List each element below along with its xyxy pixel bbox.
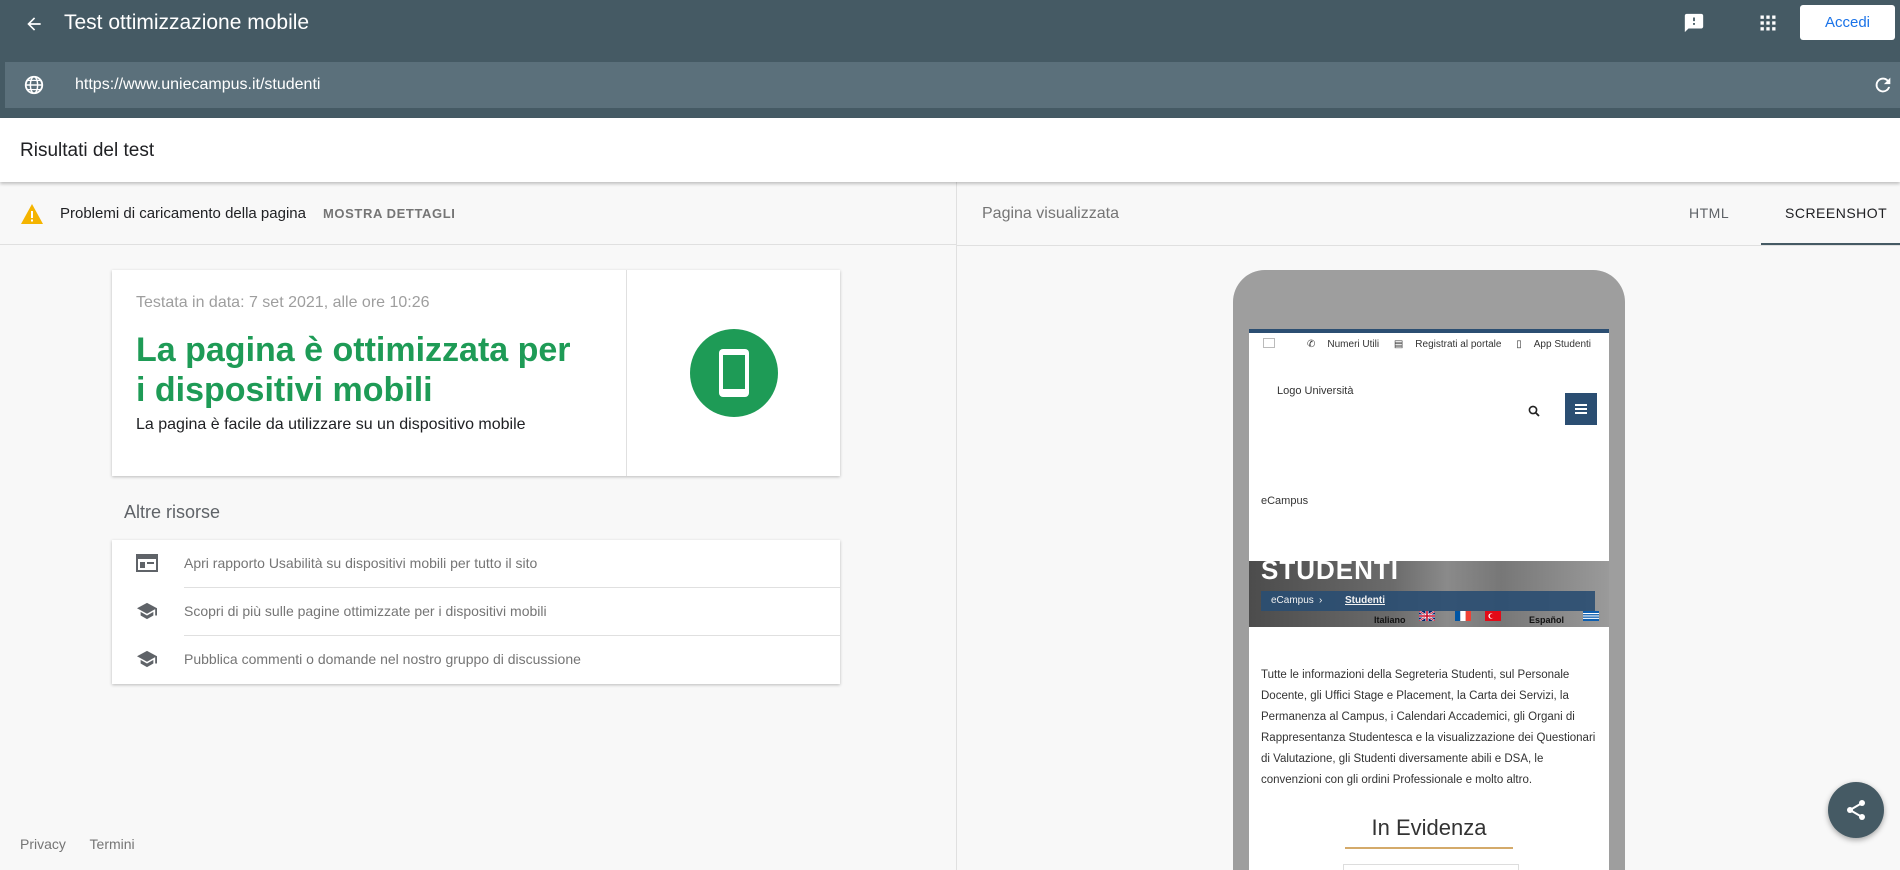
turkey-flag-icon	[1485, 611, 1501, 621]
resource-item-learn-more[interactable]: Scopri di più sulle pagine ottimizzate p…	[112, 588, 840, 636]
results-header: Risultati del test	[0, 118, 1900, 182]
id-card-icon: ▤	[1393, 339, 1404, 350]
left-panel: Problemi di caricamento della pagina MOS…	[0, 182, 956, 870]
resource-item-usability-report[interactable]: Apri rapporto Usabilità su dispositivi m…	[112, 540, 840, 588]
resource-label: Scopri di più sulle pagine ottimizzate p…	[184, 603, 547, 619]
feedback-icon[interactable]	[1681, 10, 1707, 36]
app-title: Test ottimizzazione mobile	[64, 11, 310, 34]
results-title: Risultati del test	[20, 140, 155, 161]
share-icon[interactable]	[1828, 782, 1884, 838]
card-divider	[626, 270, 627, 476]
screenshot-top-links: ✆ Numeri Utili ▤ Registrati al portale ▯ Ap…	[1307, 339, 1592, 350]
issues-text: Problemi di caricamento della pagina	[60, 205, 306, 222]
app-header: Test ottimizzazione mobile Accedi https:…	[0, 0, 1900, 118]
search-icon	[1528, 404, 1540, 417]
apps-grid-icon[interactable]	[1755, 10, 1781, 36]
refresh-icon[interactable]	[1872, 74, 1894, 96]
privacy-link[interactable]: Privacy	[20, 836, 66, 852]
terms-link[interactable]: Termini	[90, 836, 135, 852]
language-italian: Italiano	[1374, 615, 1406, 625]
web-layout-icon	[136, 553, 158, 575]
hero-banner: STUDENTI eCampus › Studenti Italiano Esp…	[1249, 561, 1609, 627]
page-screenshot: ✆ Numeri Utili ▤ Registrati al portale ▯ Ap…	[1249, 329, 1609, 870]
page-loading-issues-row: Problemi di caricamento della pagina MOS…	[0, 182, 956, 245]
resource-label: Apri rapporto Usabilità su dispositivi m…	[184, 555, 538, 571]
resource-item-discussion-group[interactable]: Pubblica commenti o domande nel nostro g…	[112, 636, 840, 684]
footer-links: Privacy Termini	[20, 836, 155, 852]
page-description: Tutte le informazioni della Segreteria S…	[1261, 669, 1596, 786]
university-logo-alt: Logo Università	[1277, 385, 1354, 397]
result-heading: La pagina è ottimizzata per i dispositiv…	[136, 331, 571, 409]
france-flag-icon	[1455, 611, 1471, 621]
broken-image-icon	[1343, 864, 1519, 870]
warning-icon	[20, 203, 44, 225]
test-date: Testata in data: 7 set 2021, alle ore 10…	[136, 294, 430, 311]
brand-text: eCampus	[1261, 495, 1309, 507]
resources-list: Apri rapporto Usabilità su dispositivi m…	[112, 540, 840, 684]
globe-icon	[23, 74, 45, 96]
show-details-button[interactable]: MOSTRA DETTAGLI	[323, 206, 456, 221]
phone-icon: ✆	[1307, 339, 1316, 350]
hero-title: STUDENTI	[1261, 561, 1399, 585]
rendered-page-label: Pagina visualizzata	[982, 205, 1119, 222]
hamburger-menu-icon	[1565, 393, 1597, 425]
breadcrumb: eCampus › Studenti	[1261, 591, 1595, 611]
result-card: Testata in data: 7 set 2021, alle ore 10…	[112, 270, 840, 476]
broken-image-icon	[1263, 338, 1275, 348]
greece-flag-icon	[1583, 611, 1599, 621]
uk-flag-icon	[1419, 611, 1435, 621]
smartphone-icon	[690, 329, 778, 417]
rendered-page-panel: Pagina visualizzata HTML SCREENSHOT ✆ Num…	[956, 182, 1900, 870]
result-subtitle: La pagina è facile da utilizzare su un d…	[136, 416, 526, 433]
school-icon	[136, 649, 158, 671]
phone-frame: ✆ Numeri Utili ▤ Registrati al portale ▯ Ap…	[1233, 270, 1625, 870]
other-resources-title: Altre risorse	[124, 502, 221, 522]
school-icon	[136, 601, 158, 623]
tab-html[interactable]: HTML	[1689, 205, 1729, 221]
signin-button[interactable]: Accedi	[1800, 5, 1895, 40]
back-arrow-icon[interactable]	[20, 10, 48, 38]
evidence-heading: In Evidenza	[1371, 815, 1487, 840]
url-input[interactable]: https://www.uniecampus.it/studenti	[75, 76, 320, 94]
tab-screenshot[interactable]: SCREENSHOT	[1785, 205, 1887, 221]
mobile-icon: ▯	[1516, 339, 1522, 350]
resource-label: Pubblica commenti o domande nel nostro g…	[184, 651, 581, 667]
url-bar: https://www.uniecampus.it/studenti	[5, 62, 1900, 108]
language-spanish: Español	[1529, 615, 1565, 625]
